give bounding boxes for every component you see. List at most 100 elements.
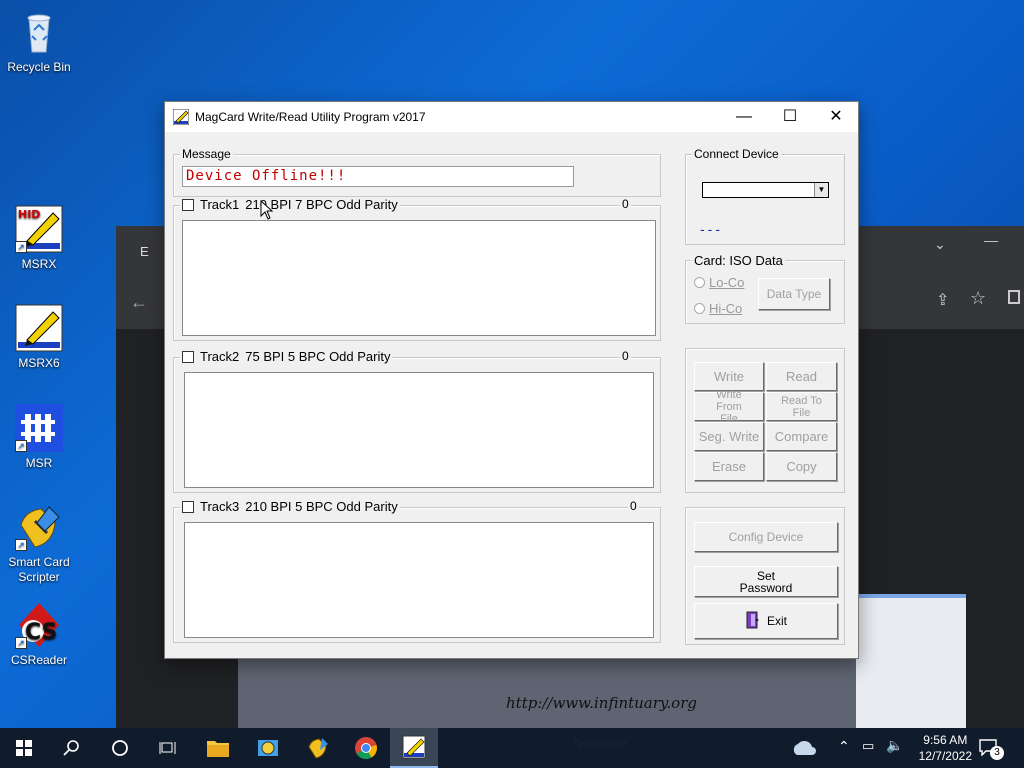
search-icon bbox=[63, 740, 79, 756]
task-view-button[interactable] bbox=[144, 728, 192, 768]
csreader-icon: CS ↗ bbox=[15, 601, 63, 649]
exit-door-icon bbox=[745, 611, 761, 631]
svg-text:HID: HID bbox=[18, 208, 40, 221]
action-buttons-group: Write Read Write From File Read To File … bbox=[685, 348, 845, 493]
track1-group: Track1 210 BPI 7 BPC Odd Parity 0 bbox=[173, 197, 661, 341]
desktop-icon-msr[interactable]: ↗ MSR bbox=[0, 404, 78, 471]
smart-card-scripter-icon: ↗ bbox=[15, 503, 63, 551]
cortana-button[interactable] bbox=[96, 728, 144, 768]
msrx-app-icon: HID ↗ bbox=[15, 205, 63, 253]
card-data-group: Card: ISO Data Lo-Co Hi-Co Data Type bbox=[685, 253, 845, 324]
chevron-up-icon[interactable]: ⌃ bbox=[838, 738, 850, 755]
read-to-file-button[interactable]: Read To File bbox=[766, 392, 837, 421]
track2-label: Track2 bbox=[200, 349, 240, 364]
page-side-panel bbox=[856, 594, 966, 728]
desktop-icon-msrx6[interactable]: MSRX6 bbox=[0, 304, 78, 371]
taskbar-app-2[interactable] bbox=[294, 728, 342, 768]
compare-button[interactable]: Compare bbox=[766, 422, 837, 451]
recycle-bin-icon bbox=[15, 8, 63, 56]
hico-radio[interactable]: Hi-Co bbox=[694, 301, 742, 316]
track3-header: Track3 210 BPI 5 BPC Odd Parity bbox=[180, 499, 400, 514]
data-type-button[interactable]: Data Type bbox=[758, 278, 830, 310]
minimize-button[interactable]: — bbox=[721, 102, 767, 132]
magnifier-app-icon bbox=[258, 740, 278, 756]
taskbar-file-explorer[interactable] bbox=[194, 728, 242, 768]
exit-button[interactable]: Exit bbox=[694, 603, 838, 639]
magcard-dialog-window[interactable]: MagCard Write/Read Utility Program v2017… bbox=[164, 101, 859, 659]
message-field: Device Offline!!! bbox=[182, 166, 574, 187]
back-arrow-icon[interactable]: ← bbox=[130, 292, 148, 313]
svg-text:CS: CS bbox=[25, 620, 57, 645]
write-from-file-button[interactable]: Write From File bbox=[694, 389, 764, 425]
task-view-icon bbox=[159, 742, 176, 754]
start-button[interactable] bbox=[0, 728, 48, 768]
track3-count: 0 bbox=[628, 499, 639, 513]
taskbar: Tenorshare ⌃ ▭ 🔈 9:56 AM 12/7/2022 3 bbox=[0, 728, 1024, 768]
track3-checkbox[interactable] bbox=[182, 500, 194, 513]
taskbar-chrome[interactable] bbox=[342, 728, 390, 768]
minimize-icon[interactable]: — bbox=[984, 232, 998, 248]
taskbar-app-1[interactable] bbox=[244, 728, 292, 768]
desktop-icon-recycle-bin[interactable]: Recycle Bin bbox=[0, 8, 78, 75]
network-icon[interactable]: ▭ bbox=[862, 738, 874, 754]
chevron-down-icon[interactable]: ▼ bbox=[814, 183, 828, 197]
track1-textbox[interactable] bbox=[182, 220, 656, 336]
mouse-cursor-icon bbox=[260, 200, 274, 220]
device-select[interactable]: ▼ bbox=[702, 182, 829, 198]
cloud-icon bbox=[793, 740, 816, 755]
connect-device-group: Connect Device ▼ --- bbox=[685, 147, 845, 245]
message-group-title: Message bbox=[180, 147, 233, 161]
close-button[interactable]: ✕ bbox=[813, 102, 859, 132]
track1-count: 0 bbox=[620, 197, 631, 211]
dialog-title-bar[interactable]: MagCard Write/Read Utility Program v2017… bbox=[165, 102, 858, 132]
loco-radio[interactable]: Lo-Co bbox=[694, 275, 744, 290]
set-password-button[interactable]: Set Password bbox=[694, 566, 838, 597]
onedrive-button[interactable] bbox=[780, 728, 828, 768]
icon-label: MSR bbox=[25, 456, 53, 470]
track2-textbox[interactable] bbox=[184, 372, 654, 488]
track2-spec: 75 BPI 5 BPC Odd Parity bbox=[245, 349, 391, 364]
radio-circle bbox=[694, 277, 705, 288]
copy-button[interactable]: Copy bbox=[766, 452, 837, 481]
system-clock[interactable]: 9:56 AM 12/7/2022 bbox=[919, 732, 972, 764]
read-button[interactable]: Read bbox=[766, 362, 837, 391]
write-button[interactable]: Write bbox=[694, 362, 764, 391]
taskbar-msrx[interactable] bbox=[390, 728, 438, 768]
track2-checkbox[interactable] bbox=[182, 350, 194, 363]
page-url-text: http://www.infintuary.org bbox=[506, 694, 697, 712]
track3-spec: 210 BPI 5 BPC Odd Parity bbox=[245, 499, 398, 514]
msr-app-icon: ↗ bbox=[15, 404, 63, 452]
icon-label: Smart Card Scripter bbox=[8, 555, 70, 584]
track3-textbox[interactable] bbox=[184, 522, 654, 638]
search-button[interactable] bbox=[48, 728, 96, 768]
track2-group: Track2 75 BPI 5 BPC Odd Parity 0 bbox=[173, 349, 661, 493]
sidebar-icon[interactable] bbox=[1008, 290, 1020, 304]
chevron-down-icon[interactable]: ⌄ bbox=[934, 236, 946, 253]
connect-device-title: Connect Device bbox=[692, 147, 781, 161]
connection-status: --- bbox=[700, 221, 723, 237]
config-group: Config Device Set Password Exit bbox=[685, 507, 845, 645]
erase-button[interactable]: Erase bbox=[694, 452, 764, 481]
taskbar-hidden-text: Tenorshare bbox=[572, 738, 628, 750]
track2-header: Track2 75 BPI 5 BPC Odd Parity bbox=[180, 349, 393, 364]
smart-card-scripter-icon bbox=[308, 738, 328, 759]
desktop-icon-smart-card-scripter[interactable]: ↗ Smart Card Scripter bbox=[0, 503, 78, 585]
notification-count: 3 bbox=[990, 746, 1004, 760]
maximize-button[interactable]: ☐ bbox=[767, 102, 813, 132]
desktop-icon-msrx[interactable]: HID ↗ MSRX bbox=[0, 205, 78, 272]
browser-tab-title[interactable]: E bbox=[140, 244, 149, 259]
track1-checkbox[interactable] bbox=[182, 198, 194, 211]
msrx-app-icon bbox=[402, 735, 426, 759]
dialog-title: MagCard Write/Read Utility Program v2017 bbox=[195, 110, 426, 124]
seg-write-button[interactable]: Seg. Write bbox=[694, 422, 764, 451]
star-icon[interactable]: ☆ bbox=[970, 288, 986, 309]
track3-label: Track3 bbox=[200, 499, 240, 514]
volume-icon[interactable]: 🔈 bbox=[886, 737, 903, 754]
chrome-icon bbox=[355, 737, 377, 759]
config-device-button[interactable]: Config Device bbox=[694, 522, 838, 552]
track1-header: Track1 210 BPI 7 BPC Odd Parity bbox=[180, 197, 400, 212]
desktop-icon-csreader[interactable]: CS ↗ CSReader bbox=[0, 601, 78, 668]
share-icon[interactable]: ⇪ bbox=[936, 290, 949, 310]
folder-icon bbox=[207, 741, 229, 757]
notification-center-button[interactable]: 3 bbox=[978, 738, 1006, 760]
